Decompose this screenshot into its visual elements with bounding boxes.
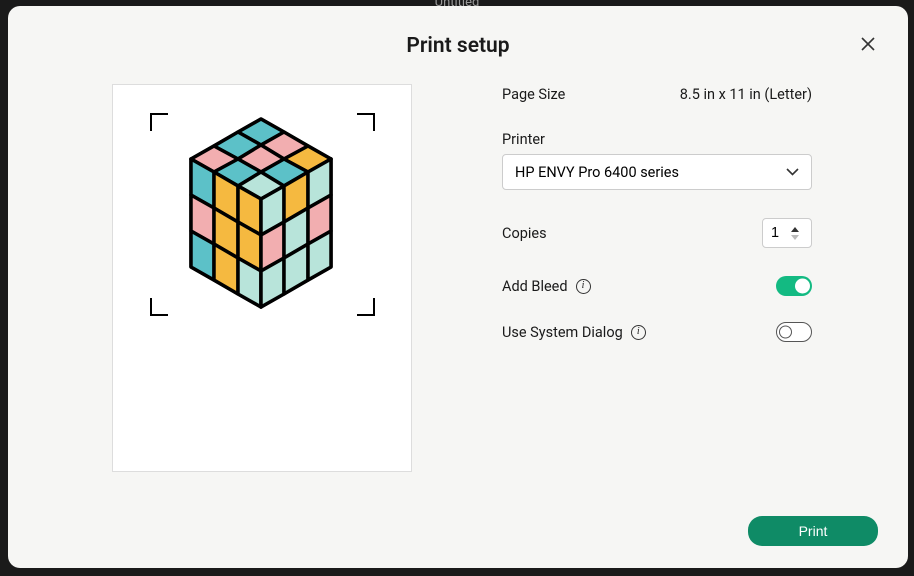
- add-bleed-toggle[interactable]: [776, 276, 812, 296]
- stepper-arrows: [791, 227, 799, 240]
- close-button[interactable]: [854, 30, 882, 58]
- use-system-dialog-label-group: Use System Dialog i: [502, 324, 646, 341]
- page-size-label: Page Size: [502, 86, 565, 103]
- modal-body: Page Size 8.5 in x 11 in (Letter) Printe…: [38, 84, 878, 506]
- print-button[interactable]: Print: [748, 516, 878, 546]
- printer-label: Printer: [502, 131, 812, 148]
- toggle-knob: [779, 326, 792, 339]
- modal-header: Print setup: [38, 34, 878, 58]
- use-system-dialog-toggle[interactable]: [776, 322, 812, 342]
- modal-footer: Print: [38, 516, 878, 546]
- crop-marks: [150, 113, 375, 316]
- close-icon: [860, 36, 876, 52]
- printer-select[interactable]: HP ENVY Pro 6400 series: [502, 154, 812, 190]
- page-size-value: 8.5 in x 11 in (Letter): [680, 86, 812, 103]
- stepper-down-icon[interactable]: [791, 235, 799, 240]
- use-system-dialog-label: Use System Dialog: [502, 324, 623, 341]
- print-preview: [112, 84, 412, 472]
- stepper-up-icon[interactable]: [791, 227, 799, 232]
- modal-title: Print setup: [38, 34, 878, 58]
- copies-label: Copies: [502, 225, 547, 242]
- printer-section: Printer HP ENVY Pro 6400 series: [502, 131, 812, 190]
- copies-input[interactable]: [771, 225, 791, 241]
- preview-image-cube: [161, 107, 361, 321]
- printer-selected-value: HP ENVY Pro 6400 series: [515, 164, 679, 181]
- add-bleed-label-group: Add Bleed i: [502, 278, 591, 295]
- info-icon[interactable]: i: [631, 325, 646, 340]
- info-icon[interactable]: i: [576, 279, 591, 294]
- use-system-dialog-row: Use System Dialog i: [502, 322, 812, 342]
- copies-row: Copies: [502, 218, 812, 248]
- add-bleed-label: Add Bleed: [502, 278, 568, 295]
- page-size-row: Page Size 8.5 in x 11 in (Letter): [502, 86, 812, 103]
- add-bleed-row: Add Bleed i: [502, 276, 812, 296]
- chevron-down-icon: [786, 168, 799, 176]
- print-setup-modal: Print setup: [8, 6, 908, 568]
- copies-stepper[interactable]: [762, 218, 812, 248]
- toggle-knob: [795, 279, 810, 294]
- settings-panel: Page Size 8.5 in x 11 in (Letter) Printe…: [502, 84, 812, 506]
